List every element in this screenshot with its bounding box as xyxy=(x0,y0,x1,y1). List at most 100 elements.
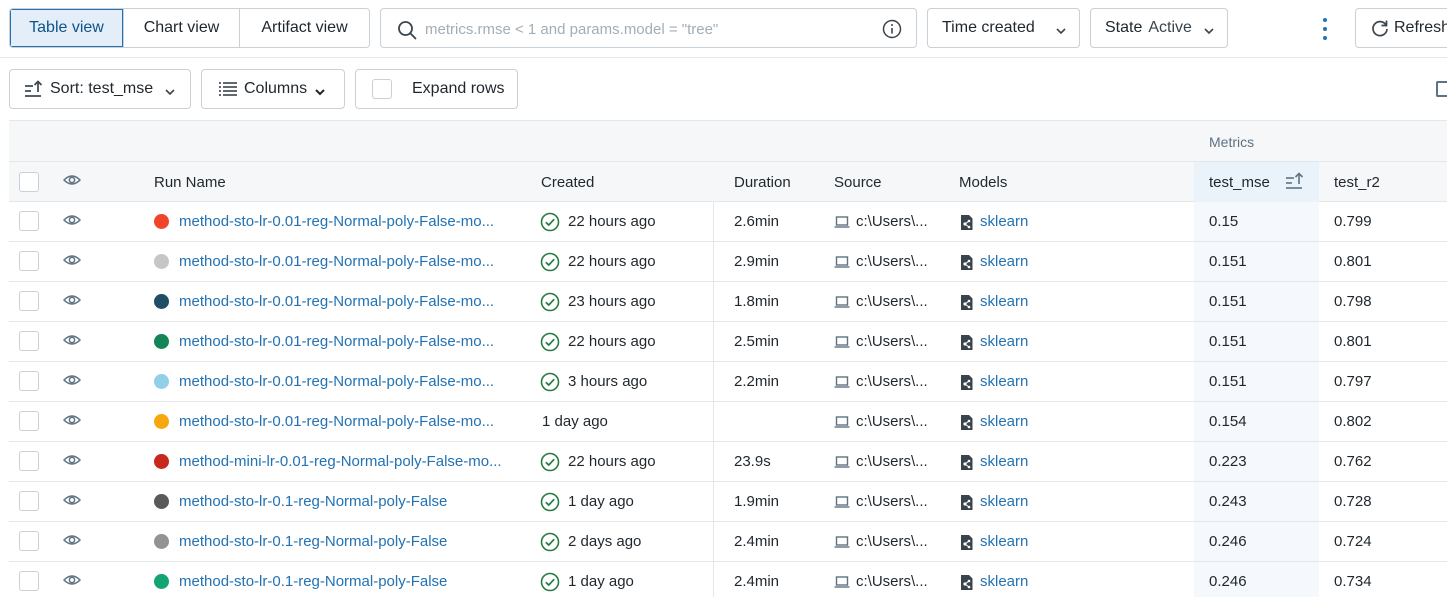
model-link[interactable]: sklearn xyxy=(980,533,1028,550)
more-options-icon[interactable] xyxy=(1316,16,1334,42)
sort-ascending-icon[interactable] xyxy=(1285,172,1305,194)
chart-view-button[interactable]: Chart view xyxy=(124,9,240,47)
select-all-checkbox[interactable] xyxy=(19,172,39,196)
header-source[interactable]: Source xyxy=(834,174,882,191)
row-checkbox[interactable] xyxy=(19,291,39,315)
duration: 2.9min xyxy=(734,253,780,270)
column-divider xyxy=(713,562,714,597)
run-name-link[interactable]: method-sto-lr-0.01-reg-Normal-poly-False… xyxy=(179,373,494,390)
row-checkbox[interactable] xyxy=(19,451,39,475)
side-panel-icon[interactable] xyxy=(1436,81,1447,97)
table-toolbar: Sort: test_mse Columns Expand rows xyxy=(0,58,1447,120)
expand-rows-checkbox[interactable] xyxy=(372,79,392,99)
run-name-link[interactable]: method-sto-lr-0.1-reg-Normal-poly-False xyxy=(179,533,447,550)
run-color-dot[interactable] xyxy=(154,214,169,229)
run-name-link[interactable]: method-sto-lr-0.01-reg-Normal-poly-False… xyxy=(179,213,494,230)
row-checkbox[interactable] xyxy=(19,331,39,355)
time-created-label: Time created xyxy=(942,19,1035,36)
refresh-button[interactable]: Refresh xyxy=(1355,8,1447,48)
header-run-name[interactable]: Run Name xyxy=(154,174,226,191)
eye-icon[interactable] xyxy=(62,333,82,351)
column-divider xyxy=(713,482,714,522)
table-row[interactable]: method-sto-lr-0.1-reg-Normal-poly-False 1… xyxy=(9,562,1447,597)
model-link[interactable]: sklearn xyxy=(980,373,1028,390)
model-link[interactable]: sklearn xyxy=(980,333,1028,350)
table-row[interactable]: method-sto-lr-0.01-reg-Normal-poly-False… xyxy=(9,242,1447,282)
test-mse-value: 0.151 xyxy=(1209,293,1247,310)
artifact-view-button[interactable]: Artifact view xyxy=(240,9,369,47)
model-link[interactable]: sklearn xyxy=(980,493,1028,510)
run-color-dot[interactable] xyxy=(154,574,169,589)
run-name-link[interactable]: method-sto-lr-0.01-reg-Normal-poly-False… xyxy=(179,293,494,310)
header-models[interactable]: Models xyxy=(959,174,1007,191)
info-icon[interactable] xyxy=(882,19,902,43)
eye-icon[interactable] xyxy=(62,173,82,191)
source-path: c:\Users\... xyxy=(856,533,928,550)
eye-icon[interactable] xyxy=(62,413,82,431)
run-name-link[interactable]: method-sto-lr-0.1-reg-Normal-poly-False xyxy=(179,573,447,590)
model-link[interactable]: sklearn xyxy=(980,253,1028,270)
row-checkbox[interactable] xyxy=(19,491,39,515)
header-test-mse[interactable]: test_mse xyxy=(1209,174,1270,191)
model-link[interactable]: sklearn xyxy=(980,413,1028,430)
eye-icon[interactable] xyxy=(62,253,82,271)
duration: 2.5min xyxy=(734,333,780,350)
model-link[interactable]: sklearn xyxy=(980,453,1028,470)
eye-icon[interactable] xyxy=(62,493,82,511)
table-view-button[interactable]: Table view xyxy=(10,9,124,47)
sort-button[interactable]: Sort: test_mse xyxy=(9,69,191,109)
table-row[interactable]: method-sto-lr-0.1-reg-Normal-poly-False 1… xyxy=(9,482,1447,522)
run-color-dot[interactable] xyxy=(154,414,169,429)
table-row[interactable]: method-sto-lr-0.01-reg-Normal-poly-False… xyxy=(9,402,1447,442)
row-checkbox[interactable] xyxy=(19,571,39,595)
time-created-dropdown[interactable]: Time created xyxy=(927,8,1080,48)
run-name-link[interactable]: method-sto-lr-0.01-reg-Normal-poly-False… xyxy=(179,413,494,430)
test-r2-value: 0.724 xyxy=(1334,533,1372,550)
table-row[interactable]: method-sto-lr-0.01-reg-Normal-poly-False… xyxy=(9,202,1447,242)
run-name-link[interactable]: method-sto-lr-0.1-reg-Normal-poly-False xyxy=(179,493,447,510)
row-checkbox[interactable] xyxy=(19,411,39,435)
eye-icon[interactable] xyxy=(62,533,82,551)
table-row[interactable]: method-sto-lr-0.01-reg-Normal-poly-False… xyxy=(9,282,1447,322)
row-checkbox[interactable] xyxy=(19,251,39,275)
run-name-link[interactable]: method-sto-lr-0.01-reg-Normal-poly-False… xyxy=(179,253,494,270)
created-time: 1 day ago xyxy=(542,413,608,430)
sort-label: Sort: test_mse xyxy=(50,80,154,97)
table-row[interactable]: method-mini-lr-0.01-reg-Normal-poly-Fals… xyxy=(9,442,1447,482)
search-input[interactable] xyxy=(425,17,865,41)
row-checkbox[interactable] xyxy=(19,211,39,235)
eye-icon[interactable] xyxy=(62,573,82,591)
run-color-dot[interactable] xyxy=(154,374,169,389)
table-row[interactable]: method-sto-lr-0.01-reg-Normal-poly-False… xyxy=(9,362,1447,402)
table-row[interactable]: method-sto-lr-0.01-reg-Normal-poly-False… xyxy=(9,322,1447,362)
header-duration[interactable]: Duration xyxy=(734,174,791,191)
run-name-link[interactable]: method-sto-lr-0.01-reg-Normal-poly-False… xyxy=(179,333,494,350)
model-link[interactable]: sklearn xyxy=(980,573,1028,590)
run-color-dot[interactable] xyxy=(154,534,169,549)
eye-icon[interactable] xyxy=(62,373,82,391)
header-created[interactable]: Created xyxy=(541,174,594,191)
model-link[interactable]: sklearn xyxy=(980,293,1028,310)
header-test-r2[interactable]: test_r2 xyxy=(1334,174,1380,191)
run-color-dot[interactable] xyxy=(154,454,169,469)
test-r2-value: 0.799 xyxy=(1334,213,1372,230)
run-name-link[interactable]: method-mini-lr-0.01-reg-Normal-poly-Fals… xyxy=(179,453,502,470)
model-link[interactable]: sklearn xyxy=(980,213,1028,230)
source-path: c:\Users\... xyxy=(856,293,928,310)
eye-icon[interactable] xyxy=(62,453,82,471)
run-color-dot[interactable] xyxy=(154,494,169,509)
run-color-dot[interactable] xyxy=(154,334,169,349)
expand-rows-toggle[interactable]: Expand rows xyxy=(355,69,518,109)
check-circle-icon xyxy=(540,332,560,356)
row-checkbox[interactable] xyxy=(19,371,39,395)
row-checkbox[interactable] xyxy=(19,531,39,555)
eye-icon[interactable] xyxy=(62,293,82,311)
eye-icon[interactable] xyxy=(62,213,82,231)
table-row[interactable]: method-sto-lr-0.1-reg-Normal-poly-False 2… xyxy=(9,522,1447,562)
source-path: c:\Users\... xyxy=(856,413,928,430)
run-color-dot[interactable] xyxy=(154,254,169,269)
column-group-header: Metrics xyxy=(9,121,1447,162)
columns-button[interactable]: Columns xyxy=(201,69,345,109)
state-dropdown[interactable]: State Active xyxy=(1090,8,1228,48)
run-color-dot[interactable] xyxy=(154,294,169,309)
